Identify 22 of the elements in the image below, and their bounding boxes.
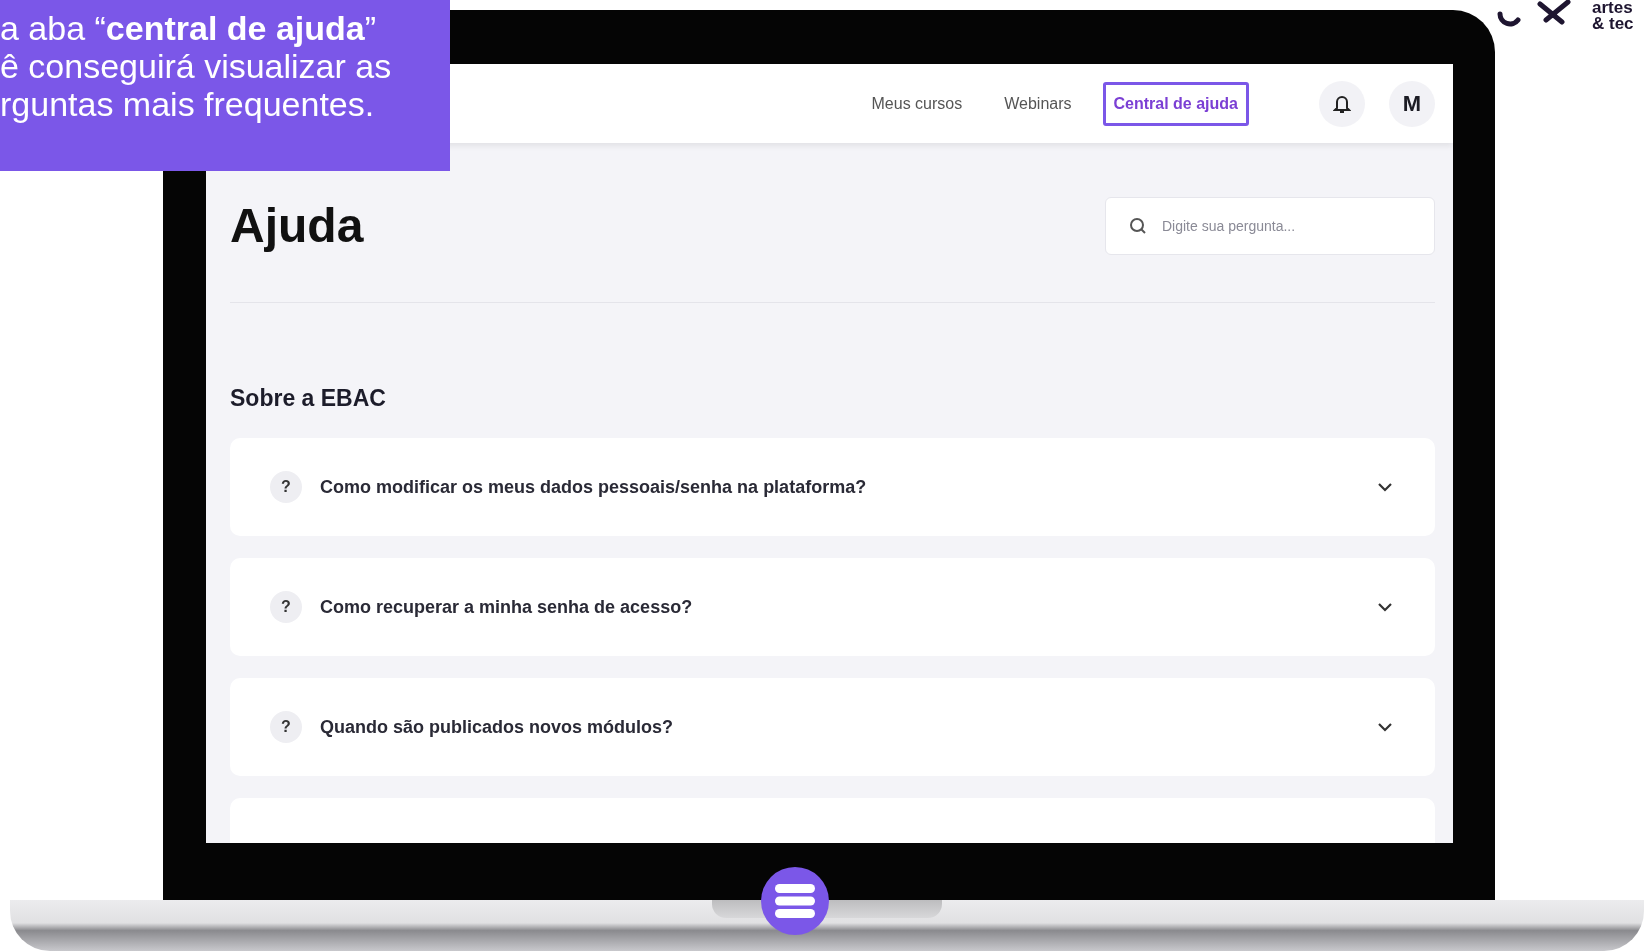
page-title: Ajuda — [230, 198, 364, 253]
section-heading: Sobre a EBAC — [230, 385, 387, 412]
faq-item[interactable]: ? Como modificar os meus dados pessoais/senha na plataforma? — [230, 438, 1435, 536]
faq-item[interactable]: ? Como recuperar a minha senha de acesso? — [230, 558, 1435, 656]
logo-text: artes & tec — [1592, 0, 1635, 32]
faq-question: Quando são publicados novos módulos? — [320, 716, 675, 738]
question-icon: ? — [270, 591, 302, 623]
nav-link[interactable]: Webinars — [993, 81, 1083, 126]
faq-question: Como modificar os meus dados pessoais/senha na plataforma? — [320, 476, 868, 498]
question-icon: ? — [270, 471, 302, 503]
search-icon — [1129, 216, 1147, 235]
nav-link[interactable]: Meus cursos — [860, 81, 974, 126]
faq-item[interactable]: ? Quando são publicados novos módulos? — [230, 678, 1435, 776]
bell-icon — [1333, 93, 1351, 114]
faq-question: Como recuperar a minha senha de acesso? — [320, 596, 694, 618]
question-icon: ? — [270, 711, 302, 743]
user-avatar[interactable]: M — [1389, 80, 1435, 127]
search-field[interactable]: Digite sua pergunta... — [1105, 196, 1435, 255]
menu-icon — [775, 884, 815, 918]
notifications-button[interactable] — [1319, 80, 1365, 127]
nav-link[interactable]: Central de ajuda — [1102, 81, 1249, 126]
caption-text: a aba “central de ajuda” ê conseguirá visualizar as rguntas mais frequentes. — [0, 9, 393, 123]
